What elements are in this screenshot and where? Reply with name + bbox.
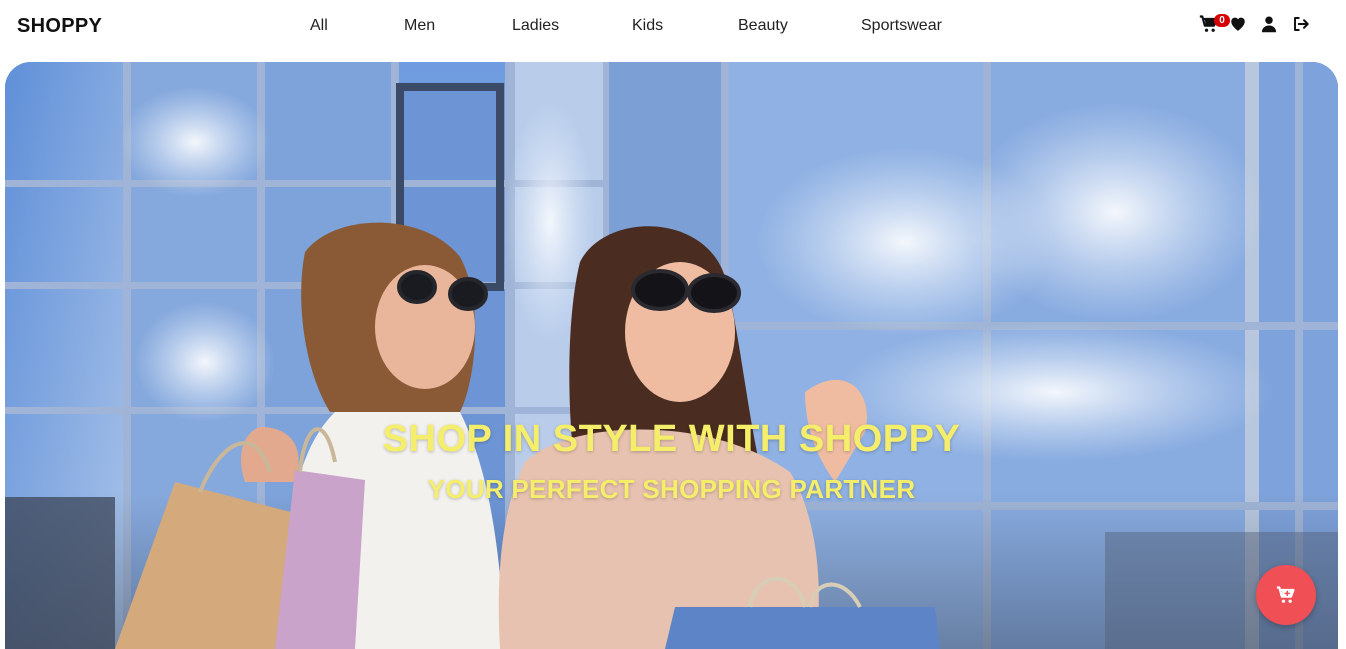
- hero-banner: SHOP IN STYLE WITH SHOPPY YOUR PERFECT S…: [5, 62, 1338, 649]
- hero-background-image: [5, 62, 1338, 649]
- logout-icon[interactable]: [1292, 14, 1314, 38]
- user-icon[interactable]: [1260, 14, 1282, 38]
- top-navbar: SHOPPY All Men Ladies Kids Beauty Sports…: [0, 0, 1346, 56]
- hero-title: SHOP IN STYLE WITH SHOPPY: [382, 418, 961, 460]
- floating-cart-button[interactable]: [1256, 565, 1316, 625]
- header-actions: [0, 14, 1346, 38]
- heart-icon[interactable]: [1229, 14, 1251, 38]
- cart-plus-icon: [1276, 586, 1295, 603]
- cart-count-badge: 0: [1214, 14, 1230, 27]
- hero-subtitle: YOUR PERFECT SHOPPING PARTNER: [427, 474, 916, 504]
